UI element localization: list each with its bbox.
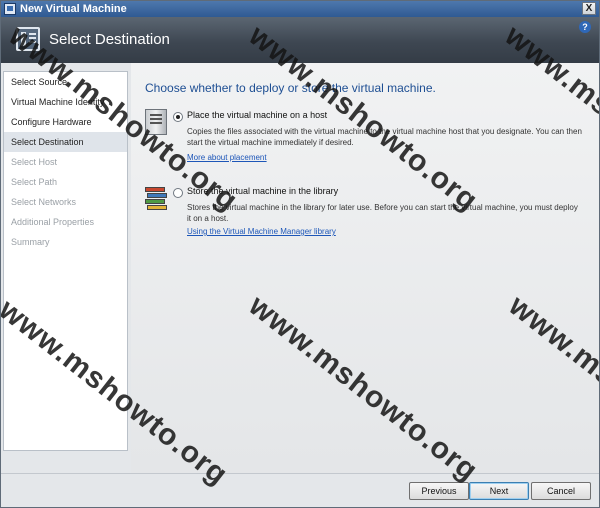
header-banner: Select Destination ? (1, 17, 599, 63)
library-icon (145, 185, 167, 211)
step-select-networks: Select Networks (11, 197, 77, 207)
option-store-in-library: Store the virtual machine in the library… (145, 185, 585, 245)
wizard-footer: Previous Next Cancel (1, 473, 599, 507)
step-select-path: Select Path (11, 177, 58, 187)
step-select-source[interactable]: Select Source (4, 72, 127, 92)
step-configure-hardware[interactable]: Configure Hardware (4, 112, 127, 132)
previous-button[interactable]: Previous (409, 482, 469, 500)
place-on-host-description: Copies the files associated with the vir… (187, 127, 582, 147)
page-title: Select Destination (49, 31, 170, 48)
app-icon (4, 3, 16, 15)
window-title: New Virtual Machine (20, 3, 127, 15)
step-select-host: Select Host (11, 157, 58, 167)
store-in-library-description: Stores the virtual machine in the librar… (187, 203, 578, 223)
main-content: Choose whether to deploy or store the vi… (131, 63, 599, 473)
place-on-host-label[interactable]: Place the virtual machine on a host (187, 110, 327, 120)
step-virtual-machine-identity[interactable]: Virtual Machine Identity (4, 92, 127, 112)
step-additional-properties: Additional Properties (11, 217, 95, 227)
wizard-page-icon (16, 27, 40, 51)
store-in-library-label[interactable]: Store the virtual machine in the library (187, 186, 338, 196)
option-place-on-host: Place the virtual machine on a host Copi… (145, 109, 585, 169)
more-about-placement-link[interactable]: More about placement (187, 153, 267, 162)
close-button[interactable]: X (582, 2, 596, 15)
next-button[interactable]: Next (469, 482, 529, 500)
cancel-button[interactable]: Cancel (531, 482, 591, 500)
store-in-library-radio[interactable] (173, 188, 183, 198)
help-icon[interactable]: ? (579, 21, 591, 33)
server-icon (145, 109, 167, 135)
wizard-steps-nav: Select Source Virtual Machine Identity C… (3, 71, 128, 451)
step-select-destination[interactable]: Select Destination (4, 132, 127, 152)
place-on-host-radio[interactable] (173, 112, 183, 122)
question-heading: Choose whether to deploy or store the vi… (145, 81, 436, 95)
using-library-link[interactable]: Using the Virtual Machine Manager librar… (187, 227, 336, 236)
wizard-window: New Virtual Machine X Select Destination… (0, 0, 600, 508)
title-bar: New Virtual Machine X (1, 1, 599, 17)
step-summary: Summary (11, 237, 50, 247)
